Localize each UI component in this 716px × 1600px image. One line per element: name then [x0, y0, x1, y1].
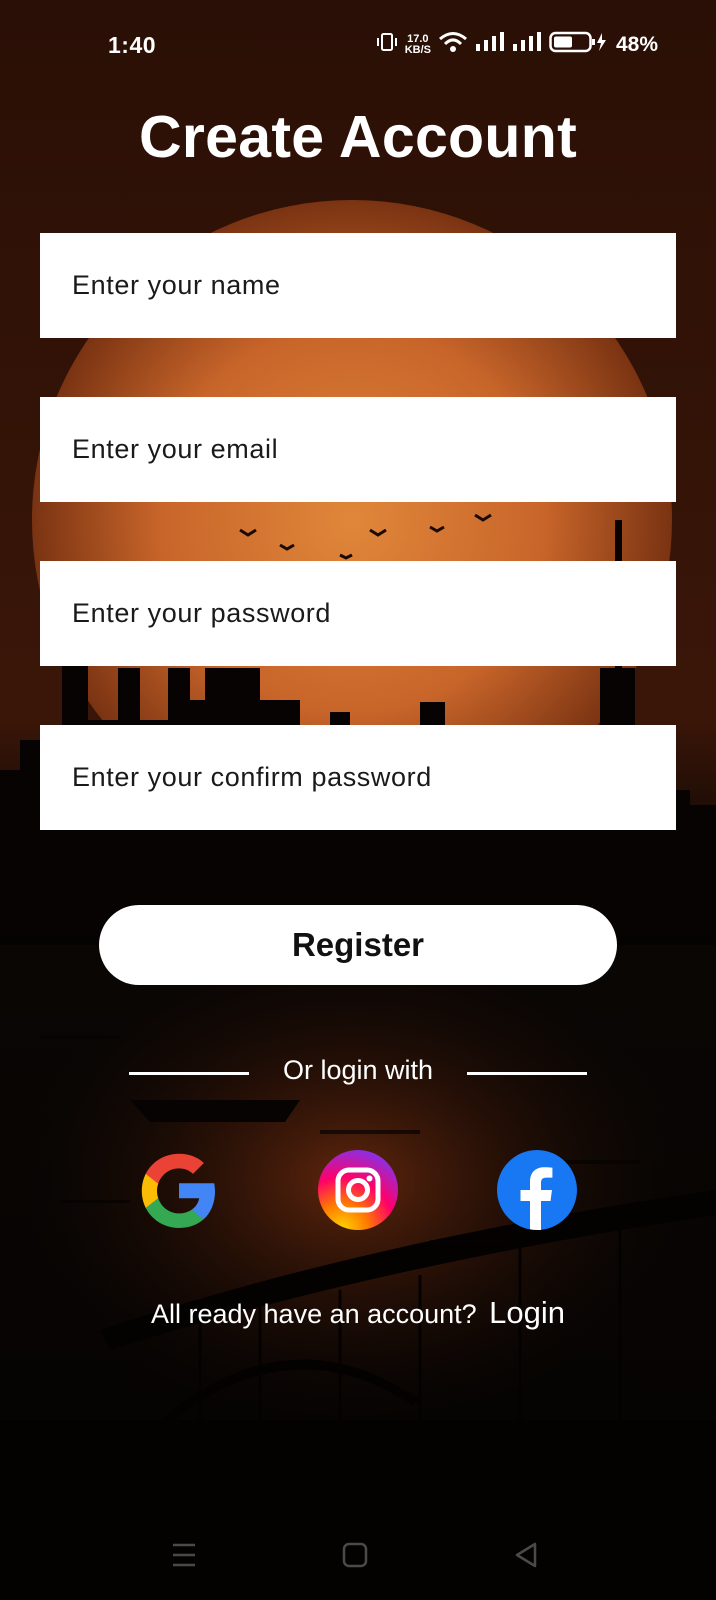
divider-line-right	[467, 1072, 587, 1075]
back-button[interactable]	[507, 1535, 547, 1575]
battery-percent: 48%	[615, 32, 658, 56]
or-login-text: Or login with	[282, 1055, 434, 1085]
vibrate-icon	[376, 31, 398, 58]
page-title: Create Account	[138, 104, 578, 170]
status-time: 1:40	[108, 32, 157, 58]
or-login-divider: Or login with	[0, 1055, 716, 1091]
register-button[interactable]: Register	[99, 905, 617, 985]
net-speed-unit: KB/S	[404, 43, 431, 56]
system-nav-bar	[0, 1535, 716, 1575]
confirm-password-input[interactable]	[40, 725, 676, 830]
login-link[interactable]: Login	[489, 1295, 565, 1330]
name-input[interactable]	[40, 233, 676, 338]
signal-icon-1	[475, 32, 505, 57]
wifi-icon	[438, 30, 468, 59]
email-input[interactable]	[40, 397, 676, 502]
back-icon	[507, 1535, 547, 1575]
status-icons: 17.0 KB/S 48%	[376, 30, 658, 59]
home-icon	[335, 1535, 375, 1575]
google-icon	[139, 1150, 219, 1230]
password-input[interactable]	[40, 561, 676, 666]
login-prompt: All ready have an account? Login	[0, 1295, 716, 1331]
instagram-icon	[318, 1150, 398, 1230]
net-speed: 17.0 KB/S	[404, 33, 431, 56]
instagram-login-button[interactable]	[318, 1150, 398, 1230]
facebook-login-button[interactable]	[497, 1150, 577, 1230]
home-button[interactable]	[335, 1535, 375, 1575]
menu-button[interactable]	[164, 1535, 204, 1575]
battery-icon	[549, 31, 607, 58]
login-question: All ready have an account?	[150, 1299, 477, 1329]
facebook-icon	[497, 1150, 577, 1230]
google-login-button[interactable]	[139, 1150, 219, 1230]
status-bar: 1:40 17.0 KB/S 48%	[0, 0, 716, 90]
menu-icon	[164, 1535, 204, 1575]
signal-icon-2	[512, 32, 542, 57]
